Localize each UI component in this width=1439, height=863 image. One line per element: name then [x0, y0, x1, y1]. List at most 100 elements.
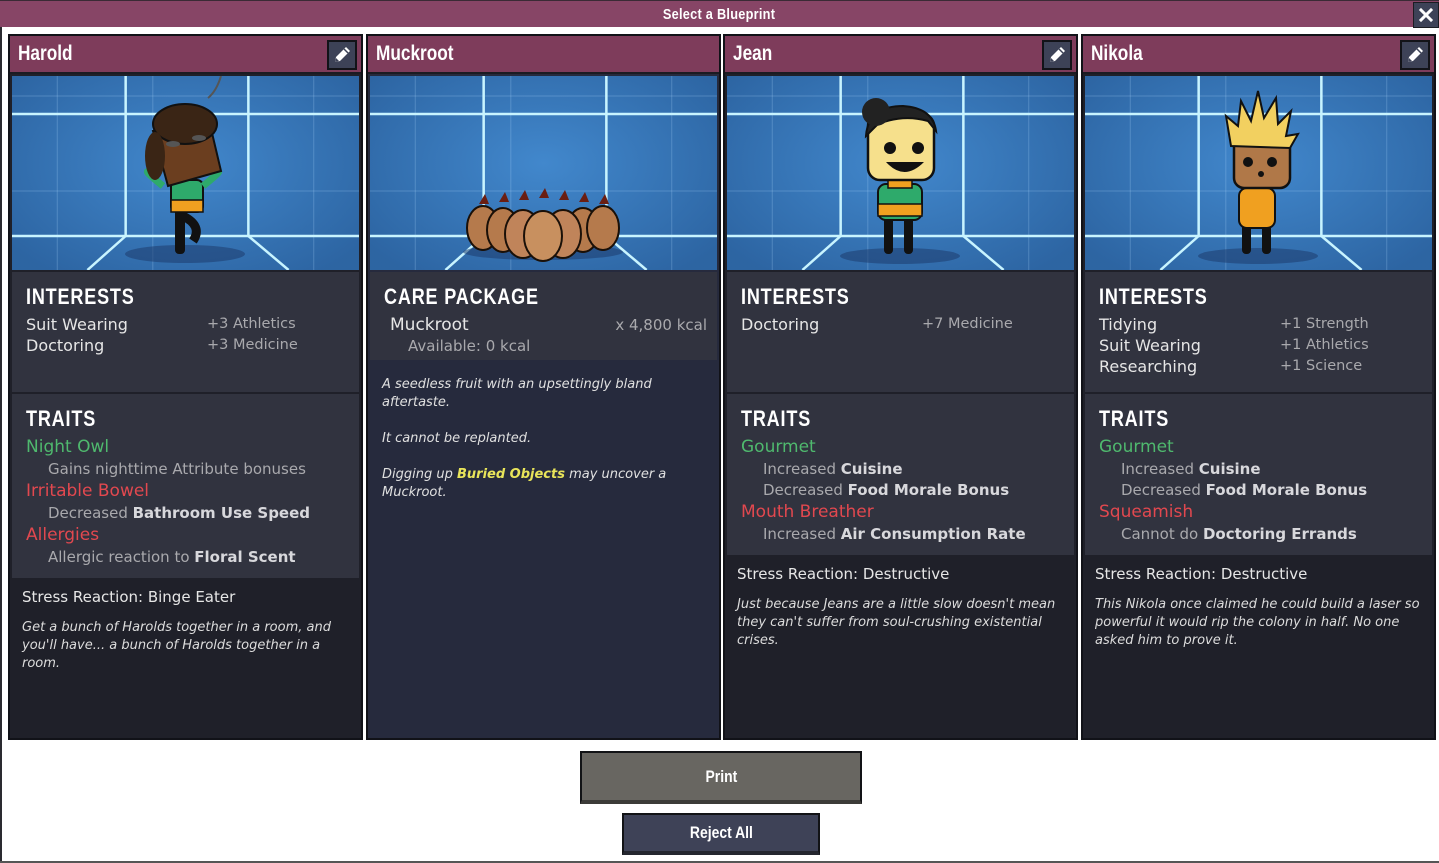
trait-effect-text: Cannot do: [1121, 525, 1203, 543]
buried-objects-link[interactable]: Buried Objects: [457, 467, 565, 482]
traits-section: Traits Gourmet Increased Cuisine Decreas…: [1085, 394, 1432, 555]
trait-name[interactable]: Night Owl: [26, 436, 347, 459]
duplicant-bio: Get a bunch of Harolds together in a roo…: [22, 620, 331, 671]
interest-bonus: +1 Science: [1280, 358, 1363, 374]
trait-effect: Cannot do Doctoring Errands: [1099, 524, 1420, 545]
print-button-label: Print: [705, 766, 737, 786]
duplicant-card-nikola[interactable]: Nikola INTERESTS Tidying +1 Strength Sui…: [1081, 34, 1436, 740]
nikola-figure: [1198, 90, 1318, 264]
window-border: [0, 27, 2, 863]
reject-all-button[interactable]: Reject All: [622, 813, 820, 855]
interest-bonus: +1 Athletics: [1280, 337, 1369, 353]
harold-figure: [125, 76, 245, 263]
duplicant-portrait: [12, 76, 359, 270]
description-text: Digging up: [382, 467, 457, 482]
duplicant-portrait: [1085, 76, 1432, 270]
trait-effect-attribute: Bathroom Use Speed: [132, 504, 311, 522]
interest-row: Doctoring +7 Medicine: [741, 314, 1062, 335]
card-header: Jean: [725, 36, 1076, 74]
pencil-icon: [335, 47, 350, 62]
interest-name: Tidying: [1099, 315, 1158, 334]
window-titlebar: Select a Blueprint: [0, 0, 1439, 28]
pencil-icon: [1050, 47, 1065, 62]
care-package-card-muckroot[interactable]: Muckroot CARE PACKAGE Muckroot x 4,800 k…: [366, 34, 721, 740]
edit-name-button[interactable]: [1042, 40, 1072, 70]
description-paragraph: It cannot be replanted.: [382, 431, 532, 446]
interest-bonus: +1 Strength: [1280, 316, 1369, 332]
trait-name[interactable]: Allergies: [26, 524, 347, 547]
traits-heading: Traits: [26, 406, 97, 431]
interest-name: Suit Wearing: [1099, 336, 1201, 355]
interest-row: Tidying +1 Strength: [1099, 314, 1420, 335]
duplicant-name[interactable]: Nikola: [1091, 42, 1143, 66]
interest-name: Doctoring: [741, 315, 820, 334]
duplicant-name[interactable]: Jean: [733, 42, 772, 66]
duplicant-card-harold[interactable]: Harold INTERESTS Suit Wearing +3 Athleti…: [8, 34, 363, 740]
edit-name-button[interactable]: [1400, 40, 1430, 70]
window-title: Select a Blueprint: [663, 5, 776, 23]
package-item-name: Muckroot: [390, 315, 469, 335]
interest-bonus: +3 Medicine: [207, 337, 298, 353]
trait-effect-attribute: Food Morale Bonus: [1205, 481, 1368, 499]
trait-name[interactable]: Irritable Bowel: [26, 480, 347, 503]
care-package-heading: Care Package: [384, 284, 539, 309]
care-package-section: Care Package Muckroot x 4,800 kcal Avail…: [370, 272, 717, 360]
traits-section: Traits Night Owl Gains nighttime Attribu…: [12, 394, 359, 578]
close-icon: [1418, 7, 1434, 23]
trait-effect: Decreased Food Morale Bonus: [741, 480, 1062, 501]
trait-effect: Decreased Food Morale Bonus: [1099, 480, 1420, 501]
trait-name[interactable]: Mouth Breather: [741, 501, 1062, 524]
interest-name: Doctoring: [26, 336, 105, 355]
package-available: Available: 0 kcal: [408, 337, 531, 355]
trait-effect-attribute: Cuisine: [840, 460, 903, 478]
card-header: Nikola: [1083, 36, 1434, 74]
interests-heading: Interests: [741, 284, 850, 309]
package-item-row: Muckroot x 4,800 kcal: [384, 314, 707, 336]
trait-effect-attribute: Doctoring Errands: [1202, 525, 1357, 543]
trait-effect-text: Decreased: [1121, 481, 1206, 499]
interest-name: Suit Wearing: [26, 315, 128, 334]
duplicant-card-jean[interactable]: Jean INTERESTS Doctoring +7 Medicine TRA…: [723, 34, 1078, 740]
interest-row: Suit Wearing +1 Athletics: [1099, 335, 1420, 356]
trait-effect-text: Increased: [763, 525, 841, 543]
package-name: Muckroot: [376, 42, 454, 65]
duplicant-portrait: [727, 76, 1074, 270]
trait-name[interactable]: Gourmet: [741, 436, 1062, 459]
description-paragraph: A seedless fruit with an upsettingly bla…: [382, 377, 652, 410]
trait-effect-attribute: Air Consumption Rate: [840, 525, 1026, 543]
package-item-amount: x 4,800 kcal: [615, 316, 707, 334]
traits-section: Traits Gourmet Increased Cuisine Decreas…: [727, 394, 1074, 555]
interests-heading: Interests: [26, 284, 135, 309]
trait-effect-text: Gains nighttime Attribute bonuses: [48, 460, 306, 478]
interest-row: Suit Wearing +3 Athletics: [26, 314, 347, 335]
reject-all-button-label: Reject All: [689, 823, 753, 842]
duplicant-name[interactable]: Harold: [18, 42, 73, 66]
trait-name[interactable]: Squeamish: [1099, 501, 1420, 524]
duplicant-bio: Just because Jeans are a little slow doe…: [737, 597, 1056, 648]
trait-effect-text: Increased: [1121, 460, 1199, 478]
traits-heading: Traits: [741, 406, 812, 431]
pencil-icon: [1408, 47, 1423, 62]
print-button[interactable]: Print: [580, 751, 862, 804]
trait-effect-attribute: Floral Scent: [194, 548, 296, 566]
package-description: A seedless fruit with an upsettingly bla…: [368, 360, 719, 536]
interest-bonus: +7 Medicine: [922, 316, 1013, 332]
interests-section: Interests Doctoring +7 Medicine: [727, 272, 1074, 392]
traits-heading: Traits: [1099, 406, 1170, 431]
interest-bonus: +3 Athletics: [207, 316, 296, 332]
stress-reaction: Stress Reaction: Destructive: [737, 565, 950, 583]
close-button[interactable]: [1413, 2, 1439, 28]
interest-name: Researching: [1099, 357, 1198, 376]
trait-name[interactable]: Gourmet: [1099, 436, 1420, 459]
stress-reaction: Stress Reaction: Destructive: [1095, 565, 1308, 583]
edit-name-button[interactable]: [327, 40, 357, 70]
trait-effect: Increased Air Consumption Rate: [741, 524, 1062, 545]
trait-effect-text: Increased: [763, 460, 841, 478]
interests-section: Interests Tidying +1 Strength Suit Weari…: [1085, 272, 1432, 392]
trait-effect: Decreased Bathroom Use Speed: [26, 503, 347, 524]
description-paragraph: Digging up Buried Objects may uncover a …: [382, 466, 705, 502]
trait-effect-text: Allergic reaction to: [48, 548, 195, 566]
interests-section: Interests Suit Wearing +3 Athletics Doct…: [12, 272, 359, 392]
jean-figure: [840, 98, 960, 264]
trait-effect-attribute: Food Morale Bonus: [847, 481, 1010, 499]
